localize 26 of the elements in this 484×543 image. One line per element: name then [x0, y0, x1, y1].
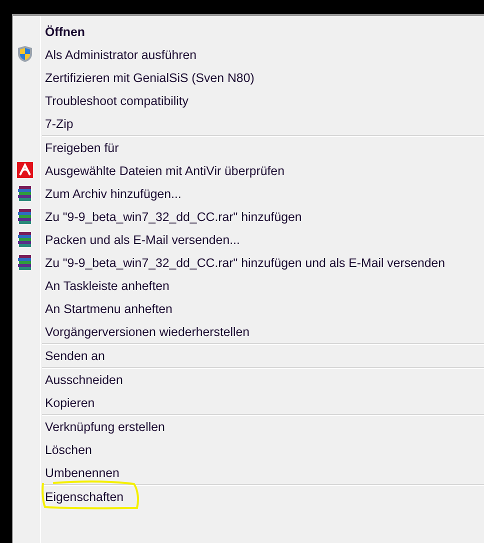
menu-item[interactable]: Umbenennen — [45, 464, 120, 480]
menu-item[interactable]: Löschen — [45, 442, 92, 458]
menu-item[interactable]: An Taskleiste anheften — [45, 278, 170, 294]
menu-item[interactable]: Verknüpfung erstellen — [45, 418, 165, 434]
menu-item[interactable]: Zu "9-9_beta_win7_32_dd_CC.rar" hinzufügen und als E-Mail versenden — [45, 254, 446, 270]
menu-item[interactable]: Packen und als E-Mail versenden... — [45, 232, 240, 248]
menu-item[interactable]: Zertifizieren mit GenialSiS (Sven N80) — [45, 70, 254, 86]
menu-item[interactable]: Eigenschaften — [45, 488, 124, 504]
books-icon — [16, 184, 34, 202]
books-icon — [16, 207, 34, 225]
books-icon — [16, 230, 34, 248]
menu-item[interactable]: Ausgewählte Dateien mit AntiVir überprüfen — [45, 162, 284, 178]
menu-item[interactable]: Zum Archiv hinzufügen... — [45, 186, 182, 202]
menu-item[interactable]: Kopieren — [45, 394, 95, 410]
menu-item[interactable]: 7-Zip — [45, 116, 74, 132]
books-icon — [16, 253, 34, 271]
menu-item[interactable]: Als Administrator ausführen — [45, 46, 197, 62]
menu-item[interactable]: An Startmenu anheften — [45, 300, 172, 316]
menu-item[interactable]: Vorgängerversionen wiederherstellen — [45, 324, 250, 340]
menu-item[interactable]: Öffnen — [45, 24, 85, 40]
menu-item[interactable]: Ausschneiden — [45, 372, 123, 388]
menu-item[interactable]: Freigeben für — [45, 140, 119, 156]
menu-item[interactable]: Zu "9-9_beta_win7_32_dd_CC.rar" hinzufügen — [45, 208, 302, 224]
shield-icon — [16, 45, 34, 63]
menu-item[interactable]: Senden an — [45, 348, 105, 364]
menu-item[interactable]: Troubleshoot compatibility — [45, 92, 188, 108]
